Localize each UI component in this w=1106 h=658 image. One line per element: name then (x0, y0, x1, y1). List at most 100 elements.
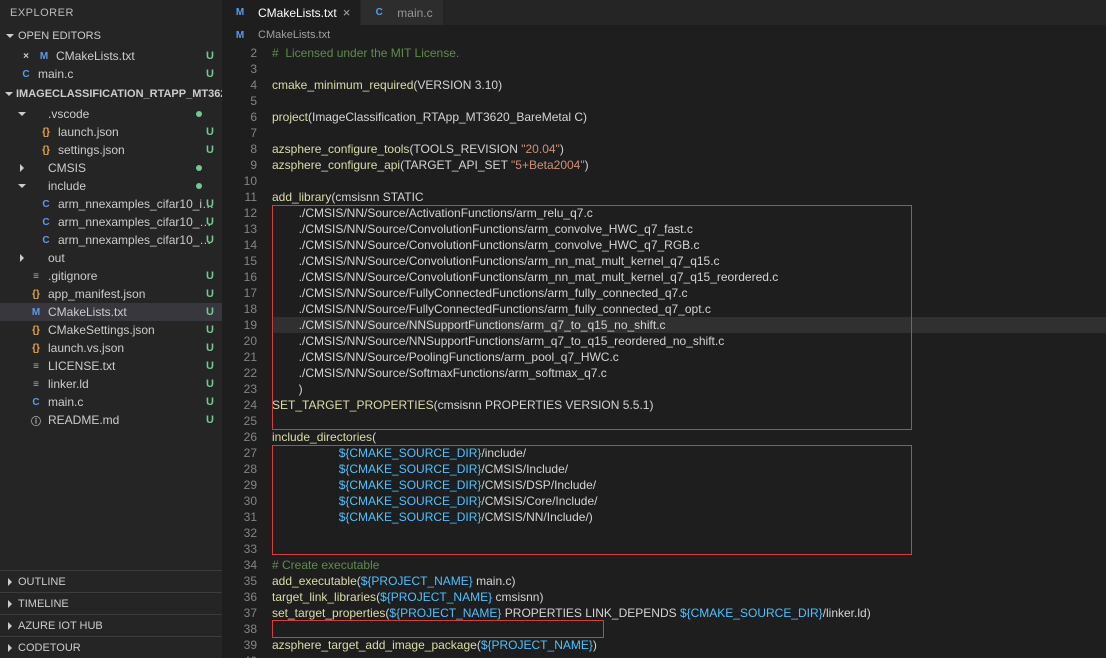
tree-item[interactable]: ≡LICENSE.txtU (0, 357, 222, 375)
code-line[interactable]: ./CMSIS/NN/Source/PoolingFunctions/arm_p… (272, 349, 1106, 365)
close-icon[interactable]: × (343, 5, 351, 20)
code-line[interactable] (272, 525, 1106, 541)
workspace-header[interactable]: IMAGECLASSIFICATION_RTAPP_MT3620_BA... (0, 83, 222, 105)
tree-item[interactable]: out (0, 249, 222, 267)
code-line[interactable]: target_link_libraries(${PROJECT_NAME} cm… (272, 589, 1106, 605)
code-line[interactable]: ./CMSIS/NN/Source/ConvolutionFunctions/a… (272, 269, 1106, 285)
code-line[interactable]: ./CMSIS/NN/Source/ConvolutionFunctions/a… (272, 253, 1106, 269)
close-icon[interactable]: × (18, 48, 34, 64)
chevron-right-icon (4, 598, 16, 610)
code-line[interactable] (272, 125, 1106, 141)
line-number: 26 (222, 429, 257, 445)
file-name: linker.ld (48, 377, 216, 391)
tree-item[interactable]: {}CMakeSettings.jsonU (0, 321, 222, 339)
code-line[interactable] (272, 621, 1106, 637)
section-azure-iot-hub[interactable]: AZURE IOT HUB (0, 614, 222, 636)
file-type-icon (28, 250, 44, 266)
line-number: 8 (222, 141, 257, 157)
file-type-icon: M (232, 5, 248, 21)
tree-item[interactable]: {}launch.vs.jsonU (0, 339, 222, 357)
code-line[interactable] (272, 173, 1106, 189)
code-line[interactable]: ${CMAKE_SOURCE_DIR}/include/ (272, 445, 1106, 461)
code-line[interactable]: # Create executable (272, 557, 1106, 573)
tree-item[interactable]: {}app_manifest.jsonU (0, 285, 222, 303)
section-codetour[interactable]: CODETOUR (0, 636, 222, 658)
file-type-icon: {} (38, 124, 54, 140)
modified-dot (196, 165, 202, 171)
git-status: U (206, 144, 214, 156)
code-line[interactable]: ${CMAKE_SOURCE_DIR}/CMSIS/Core/Include/ (272, 493, 1106, 509)
tree-item[interactable]: include (0, 177, 222, 195)
breadcrumb[interactable]: M CMakeLists.txt (222, 25, 1106, 45)
code-line[interactable]: add_executable(${PROJECT_NAME} main.c) (272, 573, 1106, 589)
section-timeline[interactable]: TIMELINE (0, 592, 222, 614)
tree-item[interactable]: Carm_nnexamples_cifar10_inpu...U (0, 195, 222, 213)
line-number: 36 (222, 589, 257, 605)
code-line[interactable]: ${CMAKE_SOURCE_DIR}/CMSIS/Include/ (272, 461, 1106, 477)
code-line[interactable]: ./CMSIS/NN/Source/ActivationFunctions/ar… (272, 205, 1106, 221)
code-line[interactable] (272, 61, 1106, 77)
open-editor-item[interactable]: Cmain.cU (0, 65, 222, 83)
code-line[interactable]: ./CMSIS/NN/Source/FullyConnectedFunction… (272, 301, 1106, 317)
line-number: 35 (222, 573, 257, 589)
code-line[interactable]: ${CMAKE_SOURCE_DIR}/CMSIS/NN/Include/) (272, 509, 1106, 525)
open-editor-item[interactable]: ×MCMakeLists.txtU (0, 47, 222, 65)
code-line[interactable]: # Licensed under the MIT License. (272, 45, 1106, 61)
section-outline[interactable]: OUTLINE (0, 570, 222, 592)
code-line[interactable] (272, 653, 1106, 658)
code-line[interactable] (272, 93, 1106, 109)
code-line[interactable]: ./CMSIS/NN/Source/NNSupportFunctions/arm… (272, 317, 1106, 333)
code-line[interactable]: cmake_minimum_required(VERSION 3.10) (272, 77, 1106, 93)
tree-item[interactable]: .vscode (0, 105, 222, 123)
file-type-icon: M (28, 304, 44, 320)
tree-item[interactable]: ≡.gitignoreU (0, 267, 222, 285)
code-line[interactable] (272, 541, 1106, 557)
tree-item[interactable]: ⓘREADME.mdU (0, 411, 222, 429)
code-editor[interactable]: 2345678910111213141516171819202122232425… (222, 45, 1106, 658)
code-line[interactable]: add_library(cmsisnn STATIC (272, 189, 1106, 205)
file-name: settings.json (58, 143, 216, 157)
code-line[interactable]: ./CMSIS/NN/Source/ConvolutionFunctions/a… (272, 221, 1106, 237)
tab-CMakeLists-txt[interactable]: MCMakeLists.txt× (222, 0, 361, 25)
code-line[interactable]: azsphere_configure_api(TARGET_API_SET "5… (272, 157, 1106, 173)
file-name: README.md (48, 413, 216, 427)
line-number: 37 (222, 605, 257, 621)
open-editors-header[interactable]: OPEN EDITORS (0, 25, 222, 47)
code-line[interactable]: include_directories( (272, 429, 1106, 445)
file-type-icon: ⓘ (28, 412, 44, 428)
code-content[interactable]: # Licensed under the MIT License. cmake_… (272, 45, 1106, 658)
code-line[interactable]: azsphere_configure_tools(TOOLS_REVISION … (272, 141, 1106, 157)
line-number: 11 (222, 189, 257, 205)
file-name: launch.vs.json (48, 341, 216, 355)
tab-main-c[interactable]: Cmain.c (361, 0, 443, 25)
git-status: U (206, 306, 214, 318)
code-line[interactable]: set_target_properties(${PROJECT_NAME} PR… (272, 605, 1106, 621)
code-line[interactable]: project(ImageClassification_RTApp_MT3620… (272, 109, 1106, 125)
code-line[interactable] (272, 413, 1106, 429)
line-number: 39 (222, 637, 257, 653)
tree-item[interactable]: {}launch.jsonU (0, 123, 222, 141)
tree-item[interactable]: Carm_nnexamples_cifar10_weig...U (0, 231, 222, 249)
file-type-icon: C (38, 196, 54, 212)
code-line[interactable]: ${CMAKE_SOURCE_DIR}/CMSIS/DSP/Include/ (272, 477, 1106, 493)
code-line[interactable]: SET_TARGET_PROPERTIES(cmsisnn PROPERTIES… (272, 397, 1106, 413)
git-status: U (206, 288, 214, 300)
code-line[interactable]: ./CMSIS/NN/Source/FullyConnectedFunction… (272, 285, 1106, 301)
line-number: 18 (222, 301, 257, 317)
code-line[interactable]: ) (272, 381, 1106, 397)
file-type-icon (28, 106, 44, 122)
tree-item[interactable]: MCMakeLists.txtU (0, 303, 222, 321)
tree-item[interactable]: ≡linker.ldU (0, 375, 222, 393)
line-number: 40 (222, 653, 257, 658)
tree-item[interactable]: CMSIS (0, 159, 222, 177)
chevron-right-icon (16, 252, 28, 264)
tree-item[interactable]: {}settings.jsonU (0, 141, 222, 159)
code-line[interactable]: ./CMSIS/NN/Source/NNSupportFunctions/arm… (272, 333, 1106, 349)
tree-item[interactable]: Carm_nnexamples_cifar10_para...U (0, 213, 222, 231)
tree-item[interactable]: Cmain.cU (0, 393, 222, 411)
code-line[interactable]: azsphere_target_add_image_package(${PROJ… (272, 637, 1106, 653)
line-number: 30 (222, 493, 257, 509)
code-line[interactable]: ./CMSIS/NN/Source/SoftmaxFunctions/arm_s… (272, 365, 1106, 381)
file-name: include (48, 179, 216, 193)
code-line[interactable]: ./CMSIS/NN/Source/ConvolutionFunctions/a… (272, 237, 1106, 253)
